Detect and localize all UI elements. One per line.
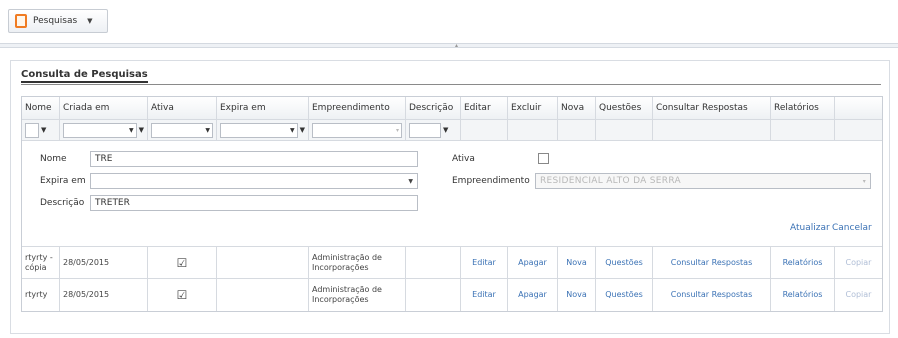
inline-edit-form: Nome TRE Expira em ▼ Descrição TRETER At… [22,141,882,247]
empreendimento-label: Empreendimento [452,176,530,186]
filter-icon[interactable]: ▼ [139,126,144,134]
filter-descricao-input[interactable] [409,122,441,138]
col-header-copiar [835,97,882,119]
empreendimento-select[interactable]: RESIDENCIAL ALTO DA SERRA ▾ [535,173,871,189]
pesquisas-grid: Nome Criada em Ativa Expira em Empreendi… [21,96,883,312]
col-header-relatorios: Relatórios [771,97,835,119]
filter-expira-date[interactable]: ▼ [220,122,298,138]
filter-empreendimento-select[interactable]: ▾ [312,122,402,138]
pesquisas-menu-label: Pesquisas [33,16,78,26]
panel-title: Consulta de Pesquisas [21,69,148,83]
editar-link[interactable]: Editar [461,247,508,278]
nova-link[interactable]: Nova [558,247,596,278]
copiar-link[interactable]: Copiar [835,247,882,278]
relatorios-link[interactable]: Relatórios [771,279,835,311]
empreendimento-value: RESIDENCIAL ALTO DA SERRA [540,176,681,186]
editar-link[interactable]: Editar [461,279,508,311]
col-header-editar: Editar [461,97,508,119]
filter-ativa-select[interactable]: ▼ [151,122,213,138]
expira-select[interactable]: ▼ [90,173,418,189]
col-header-excluir: Excluir [508,97,558,119]
chevron-down-icon: ▼ [87,17,93,25]
col-header-descricao[interactable]: Descrição [406,97,461,119]
filter-criada-date[interactable]: ▼ [63,122,137,138]
descricao-field[interactable]: TRETER [90,195,418,211]
cell-criada: 28/05/2015 [60,279,148,311]
cell-expira [217,279,309,311]
col-header-questoes: Questões [596,97,653,119]
nome-field[interactable]: TRE [90,151,418,167]
cell-descricao [406,279,461,311]
chevron-down-icon: ▼ [408,178,413,185]
col-header-consultar-respostas: Consultar Respostas [653,97,771,119]
relatorios-link[interactable]: Relatórios [771,247,835,278]
ativa-checked-icon: ☑ [176,288,188,302]
col-header-nova: Nova [558,97,596,119]
chevron-down-icon: ▾ [395,126,399,134]
cell-empreendimento: Administração de Incorporações [309,247,406,278]
questoes-link[interactable]: Questões [596,279,653,311]
document-icon [15,14,27,28]
nome-label: Nome [40,154,67,164]
filter-icon[interactable]: ▼ [443,126,448,134]
atualizar-link[interactable]: Atualizar [790,223,830,233]
chevron-down-icon: ▾ [862,178,866,185]
filter-icon[interactable]: ▼ [41,126,46,134]
questoes-link[interactable]: Questões [596,247,653,278]
ativa-label: Ativa [452,154,475,164]
col-header-empreendimento[interactable]: Empreendimento [309,97,406,119]
panel-divider [21,84,881,85]
cell-criada: 28/05/2015 [60,247,148,278]
grid-filter-row: ▼ ▼ ▼ ▼ ▼ ▼ ▾ ▼ [22,120,882,141]
ativa-checkbox[interactable] [538,153,549,164]
cell-nome: rtyrty [22,279,60,311]
copiar-link[interactable]: Copiar [835,279,882,311]
col-header-criada-em[interactable]: Criada em [60,97,148,119]
consultar-respostas-link[interactable]: Consultar Respostas [653,279,771,311]
table-row: rtyrty - cópia 28/05/2015 ☑ Administraçã… [22,247,882,279]
chevron-down-icon: ▼ [128,126,134,134]
consulta-panel: Consulta de Pesquisas Nome Criada em Ati… [10,60,890,334]
cell-nome: rtyrty - cópia [22,247,60,278]
grip-icon: ▴ [455,42,459,49]
table-row: rtyrty 28/05/2015 ☑ Administração de Inc… [22,279,882,311]
descricao-label: Descrição [40,198,85,208]
toolbar: Pesquisas ▼ [0,0,898,44]
splitter-handle[interactable]: ▴ [0,42,898,49]
nova-link[interactable]: Nova [558,279,596,311]
filter-nome-input[interactable] [25,122,39,138]
col-header-expira-em[interactable]: Expira em [217,97,309,119]
chevron-down-icon: ▼ [205,126,210,134]
col-header-nome[interactable]: Nome [22,97,60,119]
filter-icon[interactable]: ▼ [300,126,305,134]
cell-expira [217,247,309,278]
cancelar-link[interactable]: Cancelar [832,223,872,233]
expira-label: Expira em [40,176,86,186]
col-header-ativa[interactable]: Ativa [148,97,217,119]
cell-descricao [406,247,461,278]
grid-header-row: Nome Criada em Ativa Expira em Empreendi… [22,97,882,120]
apagar-link[interactable]: Apagar [508,279,558,311]
chevron-down-icon: ▼ [289,126,295,134]
consultar-respostas-link[interactable]: Consultar Respostas [653,247,771,278]
cell-empreendimento: Administração de Incorporações [309,279,406,311]
ativa-checked-icon: ☑ [176,255,188,270]
pesquisas-menu-button[interactable]: Pesquisas ▼ [8,9,108,33]
apagar-link[interactable]: Apagar [508,247,558,278]
